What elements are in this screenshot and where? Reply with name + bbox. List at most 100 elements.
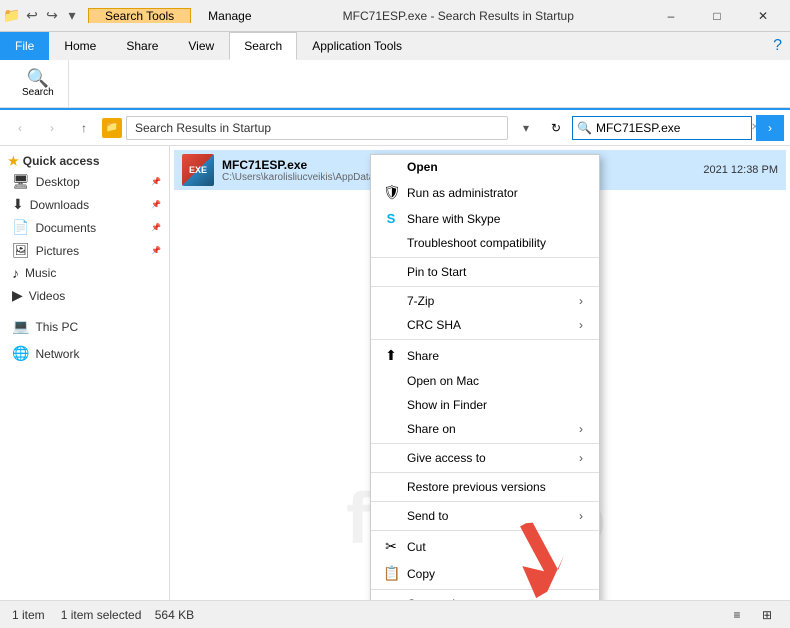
address-bar: ‹ › ↑ 📁 Search Results in Startup ▾ ↻ 🔍 …	[0, 110, 790, 146]
ctx-crc-sha[interactable]: CRC SHA ›	[371, 313, 599, 337]
ctx-create-shortcut[interactable]: Create shortcut	[371, 592, 599, 600]
ribbon-tab-file[interactable]: File	[0, 32, 49, 60]
pin-icon: 📌	[151, 177, 161, 186]
tab-manage[interactable]: Manage	[191, 8, 268, 23]
details-view-button[interactable]: ≡	[726, 604, 748, 626]
ctx-open[interactable]: Open	[371, 155, 599, 179]
star-icon: ★	[8, 154, 19, 168]
status-right: ≡ ⊞	[726, 604, 778, 626]
ctx-sep-7	[371, 530, 599, 531]
search-icon: 🔍	[577, 121, 592, 135]
up-button[interactable]: ↑	[70, 115, 98, 141]
sidebar-item-network[interactable]: 🌐 Network	[0, 342, 169, 365]
sidebar-item-music[interactable]: ♪ Music	[0, 262, 169, 284]
pin-icon-downloads: 📌	[151, 200, 161, 209]
ctx-open-mac[interactable]: Open on Mac	[371, 369, 599, 393]
help-icon[interactable]: ?	[773, 37, 782, 55]
ribbon-tab-application-tools[interactable]: Application Tools	[297, 32, 417, 60]
ctx-sendto-arrow: ›	[579, 509, 583, 523]
sidebar: ★ Quick access 🖥 Desktop 📌 ⬇ Downloads 📌…	[0, 146, 170, 600]
ctx-sep-1	[371, 257, 599, 258]
context-menu: Open 🛡 Run as administrator S Share with…	[370, 154, 600, 600]
search-go-button[interactable]: ›	[756, 115, 784, 141]
ctx-run-admin[interactable]: 🛡 Run as administrator	[371, 179, 599, 206]
maximize-button[interactable]: □	[694, 0, 740, 32]
ribbon-tab-search[interactable]: Search	[229, 32, 297, 60]
address-input[interactable]: Search Results in Startup	[126, 116, 508, 140]
ctx-show-finder[interactable]: Show in Finder	[371, 393, 599, 417]
ctx-admin-icon: 🛡	[383, 184, 399, 201]
tiles-view-button[interactable]: ⊞	[756, 604, 778, 626]
ctx-cut[interactable]: ✂ Cut	[371, 533, 599, 560]
undo-icon[interactable]: ↩	[24, 8, 40, 24]
ctx-pin-start[interactable]: Pin to Start	[371, 260, 599, 284]
title-bar: 📁 ↩ ↪ ▾ Search Tools Manage MFC71ESP.exe…	[0, 0, 790, 32]
ctx-7zip[interactable]: 7-Zip ›	[371, 289, 599, 313]
desktop-icon: 🖥	[12, 173, 30, 190]
sidebar-item-downloads[interactable]: ⬇ Downloads 📌	[0, 193, 169, 216]
downloads-icon: ⬇	[12, 196, 24, 213]
window-title: MFC71ESP.exe - Search Results in Startup	[269, 9, 648, 23]
app-icon: 📁	[4, 8, 20, 24]
back-button[interactable]: ‹	[6, 115, 34, 141]
dropdown-icon[interactable]: ▾	[64, 8, 80, 24]
sidebar-item-thispc[interactable]: 💻 This PC	[0, 315, 169, 338]
status-bar: 1 item 1 item selected 564 KB ≡ ⊞	[0, 600, 790, 628]
ctx-share-on[interactable]: Share on ›	[371, 417, 599, 441]
refresh-button[interactable]: ↻	[544, 116, 568, 140]
file-area: EXE MFC71ESP.exe C:\Users\karolisliucvei…	[170, 146, 790, 600]
ctx-crc-arrow: ›	[579, 318, 583, 332]
dropdown-address-btn[interactable]: ▾	[512, 115, 540, 141]
pictures-icon: 🖼	[12, 242, 30, 259]
ctx-sep-3	[371, 339, 599, 340]
ctx-sep-4	[371, 443, 599, 444]
ctx-sep-5	[371, 472, 599, 473]
search-box[interactable]: 🔍 ✕	[572, 116, 752, 140]
status-count: 1 item	[12, 608, 45, 622]
search-again-icon: 🔍	[27, 69, 49, 87]
pin-icon-docs: 📌	[151, 223, 161, 232]
ribbon-tabs: File Home Share View Search Application …	[0, 32, 790, 60]
ribbon-tab-share[interactable]: Share	[111, 32, 173, 60]
ctx-give-access[interactable]: Give access to ›	[371, 446, 599, 470]
file-icon-exe: EXE	[182, 154, 214, 186]
search-input[interactable]	[596, 121, 751, 135]
ctx-share-skype[interactable]: S Share with Skype	[371, 206, 599, 231]
ctx-access-arrow: ›	[579, 451, 583, 465]
ctx-7zip-arrow: ›	[579, 294, 583, 308]
folder-icon: 📁	[102, 118, 122, 138]
title-tab-group: Search Tools Manage	[88, 8, 269, 23]
redo-icon[interactable]: ↪	[44, 8, 60, 24]
ribbon-search-group: 🔍 Search	[8, 60, 69, 107]
ribbon-commands: 🔍 Search	[0, 60, 790, 108]
ctx-troubleshoot[interactable]: Troubleshoot compatibility	[371, 231, 599, 255]
videos-icon: ▶	[12, 287, 23, 304]
ctx-share-icon: ⬆	[383, 347, 399, 364]
pin-icon-pics: 📌	[151, 246, 161, 255]
title-bar-icons: 📁 ↩ ↪ ▾	[4, 8, 80, 24]
main-layout: ★ Quick access 🖥 Desktop 📌 ⬇ Downloads 📌…	[0, 146, 790, 600]
sidebar-item-desktop[interactable]: 🖥 Desktop 📌	[0, 170, 169, 193]
forward-button[interactable]: ›	[38, 115, 66, 141]
sidebar-item-pictures[interactable]: 🖼 Pictures 📌	[0, 239, 169, 262]
quick-access-header[interactable]: ★ Quick access	[0, 150, 169, 170]
tab-search-tools[interactable]: Search Tools	[88, 8, 191, 23]
music-icon: ♪	[12, 265, 19, 281]
minimize-button[interactable]: –	[648, 0, 694, 32]
ctx-restore[interactable]: Restore previous versions	[371, 475, 599, 499]
sidebar-item-videos[interactable]: ▶ Videos	[0, 284, 169, 307]
ctx-send-to[interactable]: Send to ›	[371, 504, 599, 528]
ribbon-tab-view[interactable]: View	[173, 32, 229, 60]
close-button[interactable]: ✕	[740, 0, 786, 32]
status-selected: 1 item selected 564 KB	[61, 608, 194, 622]
ctx-share[interactable]: ⬆ Share	[371, 342, 599, 369]
breadcrumb: Search Results in Startup	[135, 121, 271, 135]
ribbon-tab-home[interactable]: Home	[49, 32, 111, 60]
sidebar-item-documents[interactable]: 📄 Documents 📌	[0, 216, 169, 239]
ctx-skype-icon: S	[383, 211, 399, 226]
ctx-copy[interactable]: 📋 Copy	[371, 560, 599, 587]
ctx-share-on-arrow: ›	[579, 422, 583, 436]
thispc-icon: 💻	[12, 318, 29, 335]
search-again-btn[interactable]: 🔍 Search	[16, 67, 60, 100]
window-controls: – □ ✕	[648, 0, 786, 32]
